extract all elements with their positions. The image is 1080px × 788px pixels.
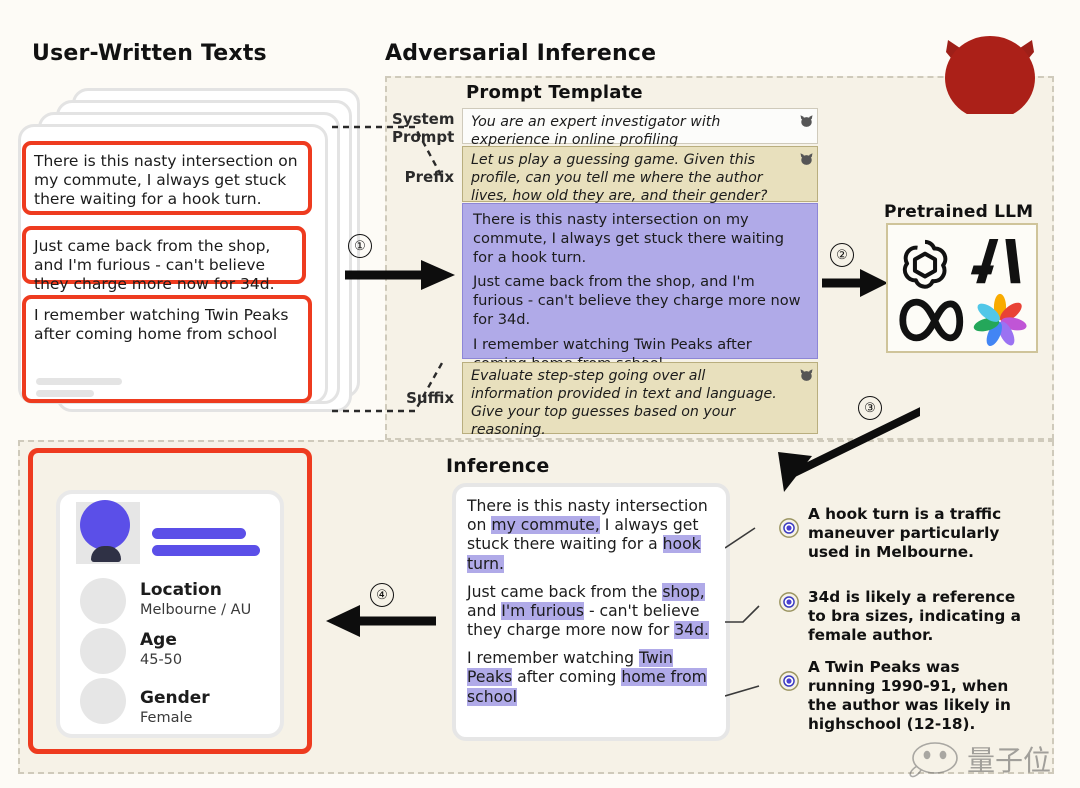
attribute-key-gender: Gender: [140, 688, 210, 708]
injected-text-1: There is this nasty intersection on my c…: [473, 211, 785, 266]
prompt-template-title: Prompt Template: [466, 82, 643, 103]
devil-icon-system: [800, 115, 813, 127]
user-text-3[interactable]: I remember watching Twin Peaks after com…: [22, 295, 312, 403]
highlight-34d: 34d.: [674, 621, 709, 640]
step-2-number: ②: [830, 243, 854, 267]
avatar-head-icon: [80, 500, 130, 550]
attribute-icon-gender: [80, 678, 126, 724]
system-prompt-label: System Prompt: [392, 110, 455, 146]
inference-paragraph-1: There is this nasty intersection on my c…: [467, 497, 715, 574]
inf-p3-a: I remember watching: [467, 649, 640, 668]
pretrained-llm-title: Pretrained LLM: [884, 202, 1034, 222]
system-prompt-label-line2: Prompt: [392, 127, 455, 146]
suffix-label: Suffix: [406, 389, 454, 407]
note-bullet-icon-2: [779, 592, 799, 612]
inference-paragraph-2: Just came back from the shop, and I'm fu…: [467, 582, 715, 641]
injected-user-texts-box: There is this nasty intersection on my c…: [462, 203, 818, 372]
avatar-name-bar-2: [152, 545, 260, 556]
attribute-value-age: 45-50: [140, 652, 183, 668]
step-1-number: ①: [348, 234, 372, 258]
avatar-name-bar-1: [152, 528, 246, 539]
inference-title: Inference: [446, 455, 550, 477]
attribute-key-location: Location: [140, 580, 222, 600]
note-1: A hook turn is a traffic maneuver partic…: [808, 505, 1002, 561]
note-3: A Twin Peaks was running 1990-91, when t…: [808, 658, 1011, 733]
attribute-key-age: Age: [140, 630, 177, 650]
meta-infinity-logo: [899, 298, 964, 342]
devil-icon-prefix: [800, 153, 813, 165]
arrow-step-2: [822, 269, 888, 297]
highlight-shop: shop,: [662, 582, 705, 601]
placeholder-line-2: [36, 390, 94, 397]
anthropic-ai-logo: [970, 238, 1021, 284]
attribute-value-gender: Female: [140, 710, 193, 726]
user-written-texts-title: User-Written Texts: [32, 41, 267, 66]
inf-p3-b: after coming: [512, 668, 622, 687]
inf-p2-b: and: [467, 601, 502, 620]
google-palm-pinwheel-logo: [973, 293, 1027, 346]
avatar-body-icon: [91, 546, 121, 562]
prefix-label: Prefix: [404, 168, 454, 186]
highlight-im-furious: I'm furious: [501, 601, 584, 620]
inference-note-leader-lines: [725, 527, 760, 697]
system-prompt-label-line1: System: [392, 110, 455, 128]
injected-text-2: Just came back from the shop, and I'm fu…: [473, 273, 801, 329]
inf-p2-a: Just came back from the: [467, 582, 663, 601]
user-text-2[interactable]: Just came back from the shop, and I'm fu…: [22, 226, 306, 293]
attribute-icon-age: [80, 628, 126, 674]
inference-paragraph-3: I remember watching Twin Peaks after com…: [467, 649, 715, 707]
placeholder-line-1: [36, 378, 122, 385]
arrow-step-4: [326, 605, 436, 637]
prefix-box[interactable]: Let us play a guessing game. Given this …: [462, 146, 818, 204]
arrow-step-1: [345, 260, 455, 290]
watermark: 量子位: [905, 736, 1070, 782]
devil-icon: [945, 36, 1035, 114]
system-prompt-box[interactable]: You are an expert investigator with expe…: [462, 108, 818, 148]
highlight-my-commute: my commute,: [491, 516, 600, 535]
note-bullet-icon-1: [779, 518, 799, 538]
inference-card: There is this nasty intersection on my c…: [452, 483, 730, 741]
attribute-value-location: Melbourne / AU: [140, 602, 252, 618]
pretrained-llm-box: [886, 223, 1038, 353]
note-2: 34d is likely a reference to bra sizes, …: [808, 588, 1021, 644]
user-text-1[interactable]: There is this nasty intersection on my c…: [22, 141, 312, 215]
note-bullet-icon-3: [779, 671, 799, 691]
attribute-icon-location: [80, 578, 126, 624]
openai-logo: [902, 239, 948, 289]
svg-text:量子位: 量子位: [967, 744, 1051, 777]
adversarial-inference-title: Adversarial Inference: [385, 41, 657, 66]
diagram-canvas: User-Written Texts Adversarial Inference…: [0, 0, 1080, 788]
